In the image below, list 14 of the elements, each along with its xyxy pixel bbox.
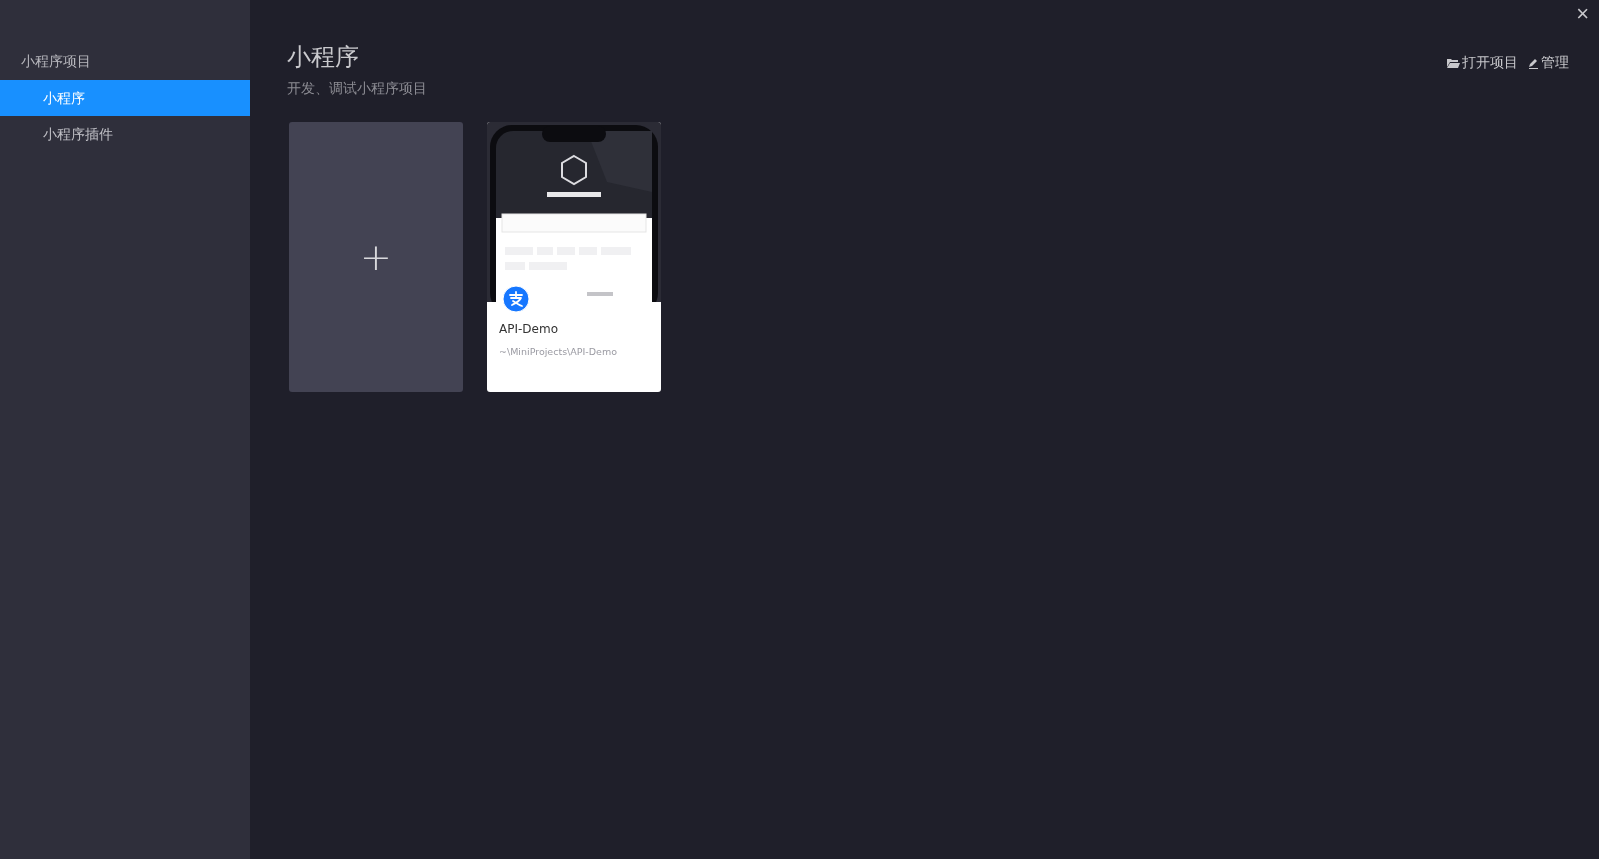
project-path: ~\MiniProjects\API-Demo [499,346,618,357]
pencil-icon [1528,57,1539,69]
page-subtitle: 开发、调试小程序项目 [287,80,427,98]
sidebar-heading: 小程序项目 [20,52,92,71]
page-title: 小程序 [287,42,360,72]
folder-icon [1447,58,1460,68]
app-logo-icon [502,285,530,313]
open-project-button[interactable]: 打开项目 [1447,54,1518,72]
manage-button[interactable]: 管理 [1528,54,1569,72]
project-name: API-Demo [499,322,559,336]
sidebar-item[interactable]: 小程序插件 [0,116,250,152]
project-card[interactable]: API-Demo ~\MiniProjects\API-Demo [487,122,661,392]
close-button[interactable]: × [1566,0,1599,28]
new-project-button[interactable]: + [289,122,463,392]
